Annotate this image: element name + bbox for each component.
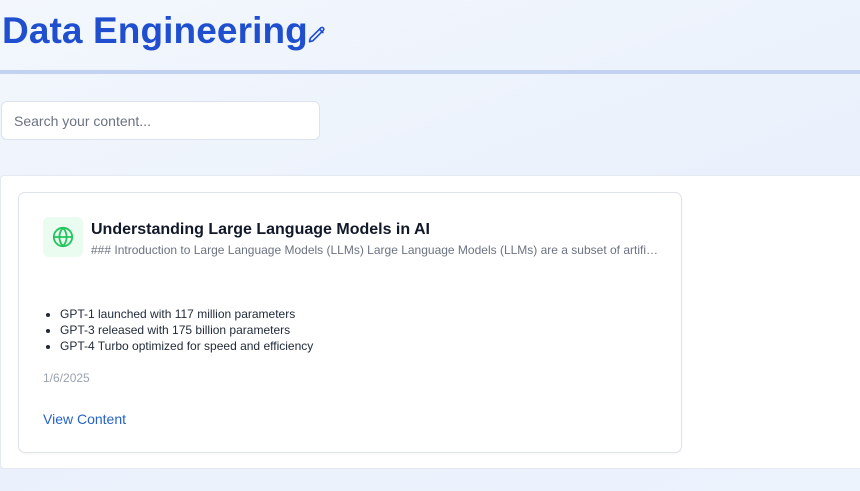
header-divider xyxy=(0,70,860,74)
list-item: GPT-3 released with 175 billion paramete… xyxy=(60,322,313,338)
card-title: Understanding Large Language Models in A… xyxy=(91,221,430,238)
content-card: Understanding Large Language Models in A… xyxy=(18,192,682,453)
card-date: 1/6/2025 xyxy=(43,371,90,385)
card-bullet-list: GPT-1 launched with 117 million paramete… xyxy=(41,306,313,354)
search-input[interactable] xyxy=(1,101,320,140)
list-item: GPT-4 Turbo optimized for speed and effi… xyxy=(60,338,313,354)
card-excerpt: ### Introduction to Large Language Model… xyxy=(91,243,661,257)
view-content-link[interactable]: View Content xyxy=(43,411,126,427)
pencil-icon[interactable] xyxy=(307,25,327,45)
list-item: GPT-1 launched with 117 million paramete… xyxy=(60,306,313,322)
page-header: Data Engineering xyxy=(0,0,860,74)
globe-icon xyxy=(43,217,83,257)
content-panel: Understanding Large Language Models in A… xyxy=(0,175,860,469)
page-title: Data Engineering xyxy=(2,10,308,51)
